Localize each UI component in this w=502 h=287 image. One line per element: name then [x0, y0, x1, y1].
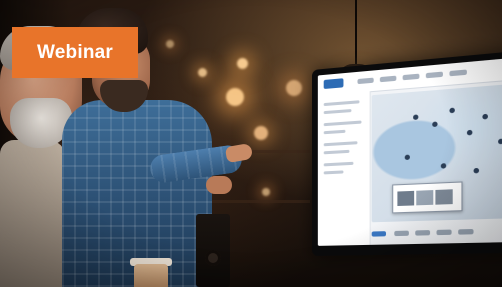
- bokeh-light: [226, 88, 244, 106]
- app-nav-tab: [449, 69, 467, 77]
- app-nav-tab: [425, 71, 443, 79]
- map-marker: [449, 107, 455, 114]
- map-marker: [404, 154, 410, 161]
- sidebar-line: [323, 161, 354, 167]
- bottom-bar-chip: [458, 228, 474, 235]
- popup-thumbnail: [435, 189, 453, 205]
- bokeh-light: [262, 188, 270, 196]
- sidebar-line: [323, 141, 358, 147]
- bottom-bar-chip: [394, 230, 409, 237]
- app-nav-tab: [402, 73, 420, 81]
- resting-hand: [206, 176, 232, 194]
- webinar-badge: Webinar: [12, 27, 138, 78]
- coffee-cup: [134, 264, 168, 287]
- app-logo: [323, 78, 344, 90]
- map-marker: [466, 129, 473, 136]
- map-marker: [498, 138, 502, 145]
- pendant-lamp-cord: [355, 0, 357, 66]
- bottom-bar-chip: [415, 230, 431, 236]
- sidebar-line: [323, 149, 350, 155]
- popup-thumbnail: [397, 190, 415, 207]
- sidebar-line: [323, 129, 346, 135]
- webinar-badge-label: Webinar: [36, 41, 113, 63]
- webinar-promo-image: Webinar: [0, 0, 502, 287]
- map-marker: [482, 113, 488, 120]
- app-nav-tab: [357, 77, 374, 85]
- app-sidebar: [317, 91, 371, 246]
- map-marker: [432, 121, 438, 128]
- sidebar-line: [323, 170, 344, 175]
- map-popup: [392, 181, 463, 214]
- app-bottom-bar: [371, 225, 502, 241]
- speaker-cone: [205, 250, 221, 266]
- computer-monitor: [312, 49, 502, 256]
- map-marker: [473, 167, 480, 174]
- sidebar-line: [323, 120, 362, 127]
- popup-thumbnail: [416, 190, 434, 206]
- older-man-body: [0, 140, 66, 287]
- bottom-bar-chip: [371, 231, 387, 237]
- pointing-hand: [224, 142, 254, 164]
- bottom-bar-chip: [436, 229, 452, 236]
- bokeh-light: [237, 58, 248, 69]
- bokeh-light: [254, 126, 268, 140]
- sidebar-line: [323, 100, 360, 107]
- app-nav-tab: [379, 75, 397, 83]
- map-marker: [413, 114, 419, 121]
- bokeh-light: [166, 40, 174, 48]
- monitor-screen: [317, 57, 502, 246]
- bokeh-light: [198, 68, 207, 77]
- sidebar-line: [323, 109, 352, 115]
- map-marker: [440, 163, 447, 169]
- bokeh-light: [286, 80, 302, 96]
